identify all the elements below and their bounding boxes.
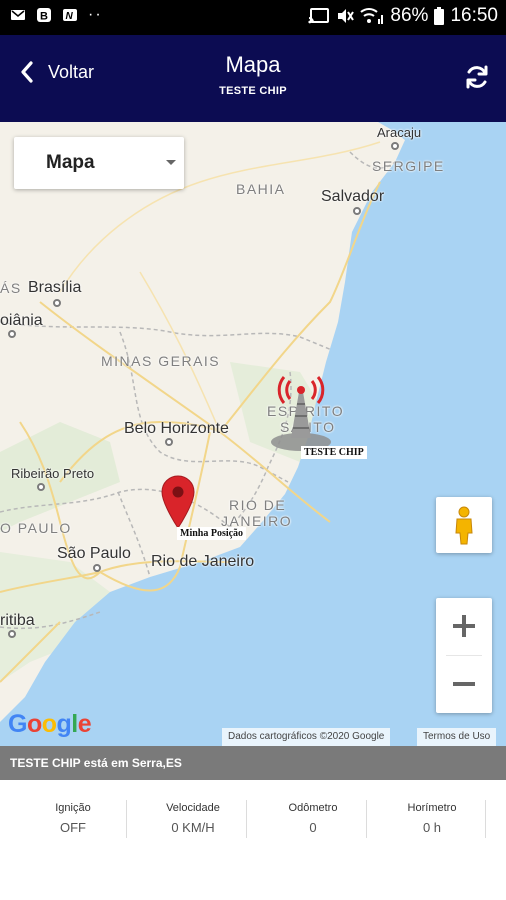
map-attribution: Dados cartográficos ©2020 Google — [222, 728, 391, 746]
mail-icon — [11, 10, 25, 20]
mute-icon — [338, 9, 355, 23]
zoom-controls — [436, 598, 492, 713]
system-status: 86% 16:50 — [308, 5, 498, 27]
stat-value: OFF — [60, 820, 86, 835]
stat-value: 0 h — [422, 820, 442, 835]
stat-odometer: Odômetro 0 — [253, 802, 373, 835]
map-label-belo-horizonte: Belo Horizonte — [124, 420, 229, 437]
map-type-label: Mapa — [46, 152, 95, 173]
stat-label: Velocidade — [166, 802, 220, 814]
battery-percent: 86% — [390, 5, 429, 26]
map-background — [0, 122, 506, 746]
map-label-rio-state-1: RIO DE — [229, 497, 287, 513]
map-label-aracaju: Aracaju — [377, 125, 422, 140]
caret-down-icon — [166, 160, 176, 165]
city-dot — [93, 564, 101, 572]
device-marker-label: TESTE CHIP — [301, 446, 367, 459]
map-label-goiania: oiânia — [0, 312, 43, 329]
stat-value: 0 KM/H — [171, 820, 215, 835]
city-dot — [8, 630, 16, 638]
battery-icon — [434, 7, 445, 25]
city-dot — [37, 483, 45, 491]
terms-of-use-link[interactable]: Termos de Uso — [417, 728, 497, 746]
stat-divider — [246, 800, 247, 838]
map-view[interactable]: Aracaju SERGIPE BAHIA Salvador ÁS Brasíl… — [0, 122, 506, 746]
map-label-curitiba: ritiba — [0, 612, 35, 629]
app-b-icon: B — [37, 8, 51, 23]
stat-speed: Velocidade 0 KM/H — [133, 802, 253, 835]
status-bar: B N ·· 86% 16:50 — [0, 0, 506, 35]
app-header: Voltar Mapa TESTE CHIP — [0, 35, 506, 122]
svg-text:N: N — [66, 11, 74, 22]
map-label-ribeirao-preto: Ribeirão Preto — [11, 466, 95, 481]
map-label-rio-de-janeiro: Rio de Janeiro — [151, 553, 255, 570]
city-dot — [391, 142, 399, 150]
stat-value: 0 — [309, 820, 317, 835]
cast-icon — [308, 8, 330, 24]
stat-ignition: Ignição OFF — [13, 802, 133, 835]
google-logo: Google — [8, 710, 92, 738]
location-pin-icon[interactable] — [160, 474, 196, 530]
street-view-button[interactable] — [436, 497, 492, 553]
stat-label: Horímetro — [407, 802, 457, 814]
city-dot — [53, 299, 61, 307]
wifi-signal-icon — [360, 8, 384, 24]
map-label-bahia: BAHIA — [236, 181, 286, 197]
notification-icons: B N ·· — [10, 7, 103, 23]
map-label-minas-gerais: MINAS GERAIS — [101, 353, 221, 369]
stat-label: Ignição — [55, 802, 91, 814]
my-position-label: Minha Posição — [177, 527, 247, 540]
more-notifications-icon: ·· — [88, 6, 103, 23]
map-label-goias-fragment: ÁS — [0, 280, 22, 296]
minus-icon — [453, 682, 475, 686]
stat-hour-meter: Horímetro 0 h — [372, 802, 492, 835]
map-type-dropdown[interactable]: Mapa — [14, 137, 184, 189]
stat-divider — [485, 800, 486, 838]
page-subtitle: TESTE CHIP — [219, 85, 287, 97]
city-dot — [165, 438, 173, 446]
map-label-sao-paulo-state: O PAULO — [0, 520, 72, 536]
map-label-brasilia: Brasília — [28, 279, 82, 296]
stat-divider — [366, 800, 367, 838]
location-status-bar: TESTE CHIP está em Serra,ES — [0, 746, 506, 780]
stat-label: Odômetro — [288, 802, 338, 814]
map-label-sergipe: SERGIPE — [372, 158, 445, 174]
map-label-sao-paulo: São Paulo — [57, 545, 131, 562]
stat-divider — [126, 800, 127, 838]
city-dot — [8, 330, 16, 338]
pegman-icon — [455, 506, 473, 545]
app-n-icon: N — [63, 9, 77, 22]
zoom-in-button[interactable] — [436, 598, 492, 655]
plus-icon — [453, 615, 475, 637]
refresh-icon[interactable] — [464, 64, 490, 90]
city-dot — [353, 207, 361, 215]
vehicle-stats: Ignição OFF Velocidade 0 KM/H Odômetro 0… — [0, 780, 506, 900]
page-title: Mapa — [225, 52, 281, 77]
map-label-salvador: Salvador — [321, 188, 385, 205]
zoom-out-button[interactable] — [436, 656, 492, 713]
clock: 16:50 — [450, 5, 498, 26]
svg-text:B: B — [40, 11, 48, 23]
